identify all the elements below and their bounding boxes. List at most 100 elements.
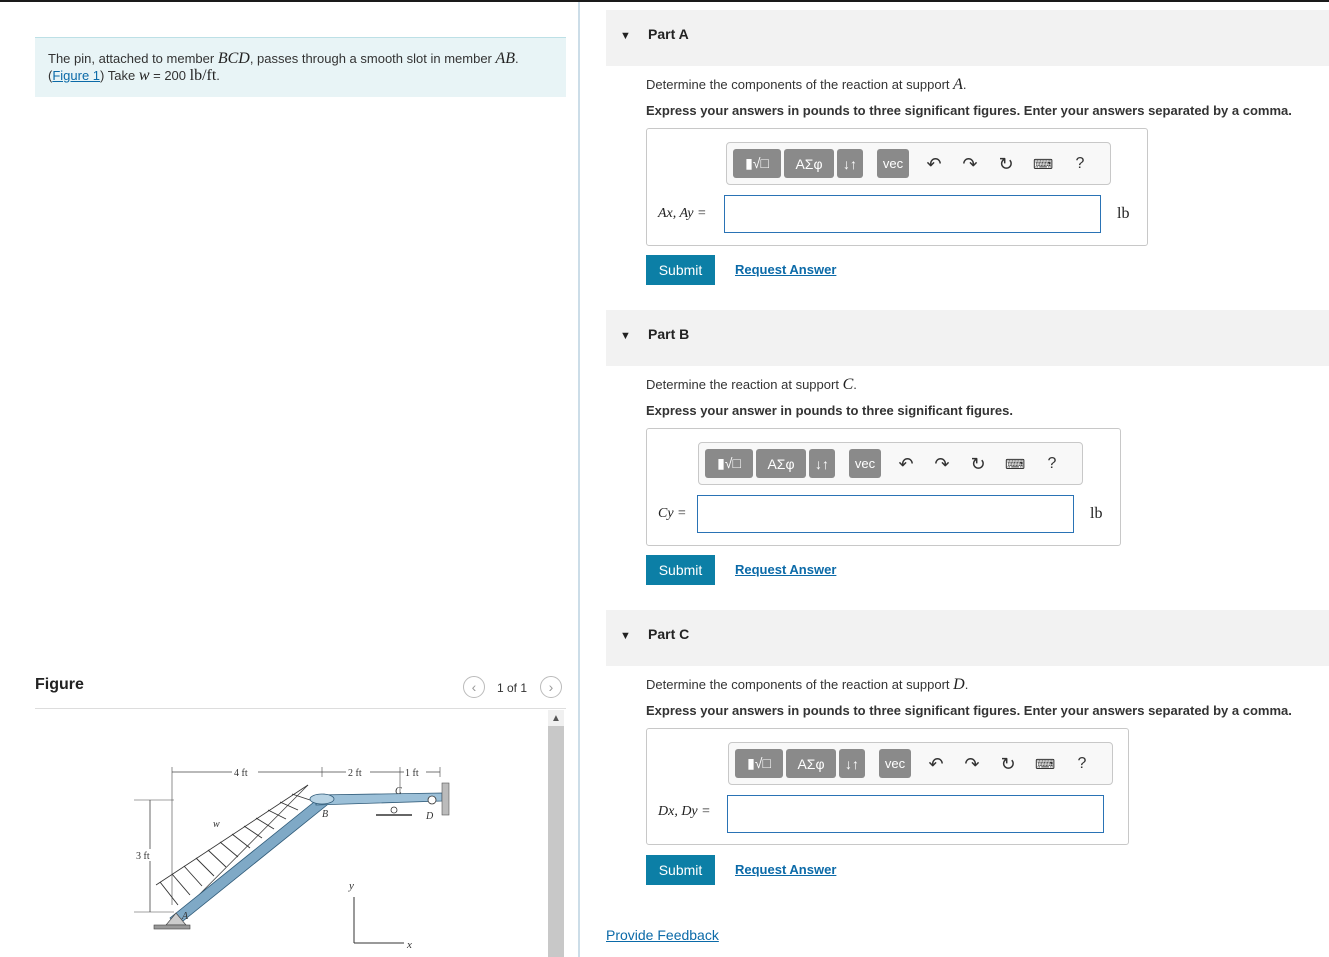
- member-ab: AB: [495, 50, 516, 67]
- templates-icon[interactable]: ▮√□: [735, 749, 783, 778]
- problem-text-1: The pin, attached to member: [48, 51, 218, 66]
- point-c-label: C: [395, 786, 402, 797]
- dim-4ft-label: 4 ft: [234, 768, 248, 779]
- templates-icon[interactable]: ▮√□: [733, 149, 781, 178]
- axis-x-label: x: [406, 939, 412, 951]
- reset-icon[interactable]: ↻: [995, 152, 1017, 176]
- part-b-header[interactable]: ▼ Part B: [606, 310, 1329, 366]
- member-bcd: BCD: [217, 50, 250, 67]
- part-b-request-answer[interactable]: Request Answer: [735, 562, 836, 577]
- part-c-answer-box: ▮√□ ΑΣφ ↓↑ vec ↶ ↷ ↻ ⌨ ? Dx, Dy =: [646, 728, 1129, 845]
- problem-text-3: .: [515, 51, 519, 66]
- redo-icon[interactable]: ↷: [961, 752, 983, 776]
- keyboard-icon[interactable]: ⌨: [1004, 452, 1026, 476]
- part-a-request-answer[interactable]: Request Answer: [735, 262, 836, 277]
- part-b-input[interactable]: [697, 495, 1074, 533]
- part-a-unit: lb: [1117, 205, 1130, 222]
- part-b-toolbar: ▮√□ ΑΣφ ↓↑ vec ↶ ↷ ↻ ⌨ ?: [698, 442, 1083, 485]
- undo-icon[interactable]: ↶: [925, 752, 947, 776]
- dim-2ft-label: 2 ft: [348, 768, 362, 779]
- part-c-prompt: Determine the components of the reaction…: [646, 676, 969, 693]
- part-b-title: Part B: [648, 326, 690, 342]
- axis-y-label: y: [348, 880, 354, 892]
- templates-icon[interactable]: ▮√□: [705, 449, 753, 478]
- problem-text-2: , passes through a smooth slot in member: [249, 51, 496, 66]
- part-b-instruction: Express your answer in pounds to three s…: [646, 403, 1013, 418]
- column-divider: [578, 2, 580, 957]
- vec-button[interactable]: vec: [849, 449, 881, 478]
- member-bcd-bar: [315, 792, 443, 806]
- part-c-instruction: Express your answers in pounds to three …: [646, 703, 1292, 718]
- keyboard-icon[interactable]: ⌨: [1034, 752, 1056, 776]
- part-a-title: Part A: [648, 26, 689, 42]
- w-variable: w: [138, 67, 150, 84]
- help-icon[interactable]: ?: [1071, 752, 1093, 776]
- vec-button[interactable]: vec: [877, 149, 909, 178]
- part-a-submit-button[interactable]: Submit: [646, 255, 715, 285]
- greek-letters-button[interactable]: ΑΣφ: [756, 449, 806, 478]
- figure-scrollbar[interactable]: [548, 710, 564, 957]
- undo-icon[interactable]: ↶: [923, 152, 945, 176]
- w-value: = 200: [149, 68, 190, 83]
- help-icon[interactable]: ?: [1041, 452, 1063, 476]
- part-a-instruction: Express your answers in pounds to three …: [646, 103, 1292, 118]
- keyboard-icon[interactable]: ⌨: [1032, 152, 1054, 176]
- dim-1ft-label: 1 ft: [405, 768, 419, 779]
- part-a-prompt: Determine the components of the reaction…: [646, 76, 967, 93]
- scroll-up-arrow-icon[interactable]: ▲: [548, 710, 564, 726]
- part-a-header[interactable]: ▼ Part A: [606, 10, 1329, 66]
- part-a-input[interactable]: [724, 195, 1101, 233]
- part-c-submit-button[interactable]: Submit: [646, 855, 715, 885]
- figure-link[interactable]: Figure 1: [52, 68, 100, 83]
- part-a-input-label: Ax, Ay =: [658, 206, 707, 221]
- help-icon[interactable]: ?: [1069, 152, 1091, 176]
- part-b-input-label: Cy =: [658, 506, 687, 521]
- greek-letters-button[interactable]: ΑΣφ: [786, 749, 836, 778]
- chevron-right-icon[interactable]: ›: [540, 676, 562, 698]
- collapse-triangle-icon[interactable]: ▼: [620, 330, 631, 342]
- figure-header: Figure ‹ 1 of 1 ›: [35, 676, 566, 709]
- collapse-triangle-icon[interactable]: ▼: [620, 630, 631, 642]
- point-a-label: A: [181, 911, 189, 922]
- part-b-submit-button[interactable]: Submit: [646, 555, 715, 585]
- figure-pager: 1 of 1: [497, 681, 528, 695]
- problem-text-4: ) Take: [100, 68, 139, 83]
- dim-3ft-label: 3 ft: [136, 851, 150, 862]
- part-a-answer-box: ▮√□ ΑΣφ ↓↑ vec ↶ ↷ ↻ ⌨ ? Ax, Ay = lb: [646, 128, 1148, 246]
- top-border: [0, 0, 1329, 2]
- part-c-title: Part C: [648, 626, 690, 642]
- pin-b: [309, 793, 335, 805]
- figure-title: Figure: [35, 676, 84, 693]
- part-c-header[interactable]: ▼ Part C: [606, 610, 1329, 666]
- undo-icon[interactable]: ↶: [895, 452, 917, 476]
- load-arrows: [159, 793, 311, 906]
- figure-diagram: 4 ft 2 ft 1 ft 3 ft w C D B A y x: [134, 766, 450, 951]
- provide-feedback-link[interactable]: Provide Feedback: [606, 927, 719, 943]
- w-unit: lb/ft: [189, 67, 217, 84]
- reset-icon[interactable]: ↻: [967, 452, 989, 476]
- vec-button[interactable]: vec: [879, 749, 911, 778]
- point-d-label: D: [425, 811, 434, 822]
- part-a-toolbar: ▮√□ ΑΣφ ↓↑ vec ↶ ↷ ↻ ⌨ ?: [726, 142, 1111, 185]
- load-label: w: [213, 819, 220, 830]
- collapse-triangle-icon[interactable]: ▼: [620, 30, 631, 42]
- greek-letters-button[interactable]: ΑΣφ: [784, 149, 834, 178]
- part-b-prompt: Determine the reaction at support C.: [646, 376, 857, 393]
- point-b-label: B: [322, 809, 328, 820]
- wall-d: [441, 782, 450, 816]
- part-c-request-answer[interactable]: Request Answer: [735, 862, 836, 877]
- part-c-input-label: Dx, Dy =: [658, 804, 711, 819]
- problem-statement: The pin, attached to member BCD, passes …: [35, 37, 566, 97]
- part-b-answer-box: ▮√□ ΑΣφ ↓↑ vec ↶ ↷ ↻ ⌨ ? Cy = lb: [646, 428, 1121, 546]
- problem-text-5: .: [216, 68, 220, 83]
- arrows-button[interactable]: ↓↑: [837, 149, 863, 178]
- part-c-toolbar: ▮√□ ΑΣφ ↓↑ vec ↶ ↷ ↻ ⌨ ?: [728, 742, 1113, 785]
- redo-icon[interactable]: ↷: [959, 152, 981, 176]
- reset-icon[interactable]: ↻: [997, 752, 1019, 776]
- arrows-button[interactable]: ↓↑: [809, 449, 835, 478]
- part-c-input[interactable]: [727, 795, 1104, 833]
- chevron-left-icon[interactable]: ‹: [463, 676, 485, 698]
- part-b-unit: lb: [1090, 505, 1103, 522]
- arrows-button[interactable]: ↓↑: [839, 749, 865, 778]
- redo-icon[interactable]: ↷: [931, 452, 953, 476]
